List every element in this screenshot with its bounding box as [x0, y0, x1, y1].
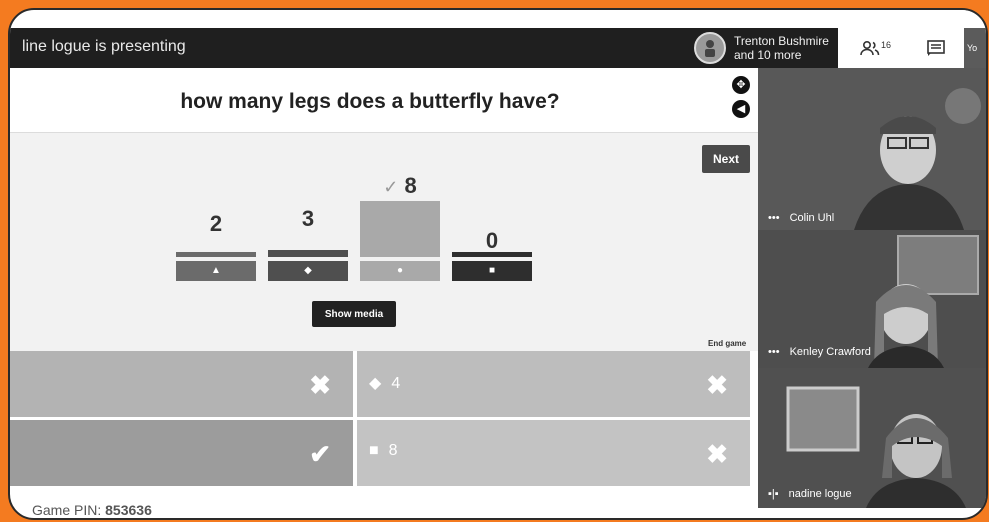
video-tile-colin[interactable]: ••• Colin Uhl: [758, 68, 986, 230]
presenter-info[interactable]: Trenton Bushmire and 10 more: [694, 28, 829, 68]
participant-name: ••• Colin Uhl: [768, 212, 835, 224]
question-panel: how many legs does a butterfly have? ✥ ◀: [10, 68, 758, 133]
video-feed: [758, 368, 986, 508]
end-game-link[interactable]: End game: [708, 339, 746, 348]
answer-text: 4: [391, 375, 401, 392]
people-icon: [860, 40, 880, 56]
call-controls: 16 Yo: [838, 10, 986, 68]
video-tile-kenley[interactable]: ••• Kenley Crawford: [758, 230, 986, 368]
participants-button[interactable]: 16: [860, 40, 891, 56]
bar-fill: [268, 250, 348, 257]
bar-count: 0: [485, 228, 499, 253]
answer-tile-2: ◆ 4 ✖: [357, 351, 750, 417]
participant-name: ▪|▪ nadine logue: [768, 488, 852, 500]
answer-label: ◆ 4: [369, 373, 400, 393]
chat-button[interactable]: [926, 39, 946, 62]
bar-count-correct: ✓ 8: [360, 173, 440, 199]
triangle-icon: ▲: [176, 261, 256, 281]
game-pin-value: 853636: [105, 502, 152, 518]
more-options-icon[interactable]: •••: [768, 212, 780, 224]
self-view-tile[interactable]: Yo: [964, 28, 986, 68]
audio-level-icon: ▪|▪: [768, 488, 779, 500]
participant-name: ••• Kenley Crawford: [768, 346, 871, 358]
sound-icon[interactable]: ◀: [732, 100, 750, 118]
results-panel: Next 2 ▲ 3 ◆ ✓ 8 ● 0 ■ Show media End ga…: [10, 133, 758, 351]
presenter-names: Trenton Bushmire and 10 more: [734, 34, 829, 62]
video-feed: [758, 68, 986, 230]
top-bar: line logue is presenting Trenton Bushmir…: [10, 10, 986, 68]
diamond-icon: ◆: [268, 261, 348, 281]
bar-count: 2: [209, 211, 223, 236]
participant-count: 16: [881, 40, 892, 50]
presenting-banner: line logue is presenting: [22, 38, 186, 55]
avatar: [694, 32, 726, 64]
circle-icon: ●: [360, 261, 440, 281]
person-icon: [705, 40, 715, 57]
chat-icon: [927, 40, 945, 56]
bar-count: 3: [301, 206, 315, 231]
answer-text: 8: [388, 442, 398, 459]
fullscreen-icon[interactable]: ✥: [732, 76, 750, 94]
check-icon: ✓: [383, 177, 399, 197]
answer-tile-3: ✔: [10, 420, 353, 486]
answer-label: ■ 8: [369, 442, 398, 460]
close-icon: ✖: [706, 439, 728, 469]
video-tile-nadine[interactable]: ▪|▪ nadine logue: [758, 368, 986, 508]
square-icon: ■: [369, 442, 379, 459]
show-media-button[interactable]: Show media: [312, 301, 396, 327]
bar-fill: [176, 252, 256, 257]
game-pin: Game PIN: 853636: [32, 502, 152, 518]
bar-count: 8: [404, 173, 417, 198]
presenter-line1: Trenton Bushmire: [734, 34, 829, 48]
game-pin-label: Game PIN:: [32, 502, 102, 518]
bar-fill: [452, 252, 532, 257]
answer-tile-4: ■ 8 ✖: [357, 420, 750, 486]
diamond-icon: ◆: [369, 375, 382, 392]
more-options-icon[interactable]: •••: [768, 346, 780, 358]
answer-tile-1: ✖: [10, 351, 353, 417]
close-icon: ✖: [309, 370, 331, 400]
square-icon: ■: [452, 261, 532, 281]
close-icon: ✖: [706, 370, 728, 400]
next-button[interactable]: Next: [702, 145, 750, 173]
meet-window: line logue is presenting Trenton Bushmir…: [8, 8, 988, 520]
presenter-line2: and 10 more: [734, 48, 802, 62]
question-text: how many legs does a butterfly have?: [180, 90, 560, 113]
bar-fill: [360, 201, 440, 257]
check-icon: ✔: [309, 439, 331, 469]
